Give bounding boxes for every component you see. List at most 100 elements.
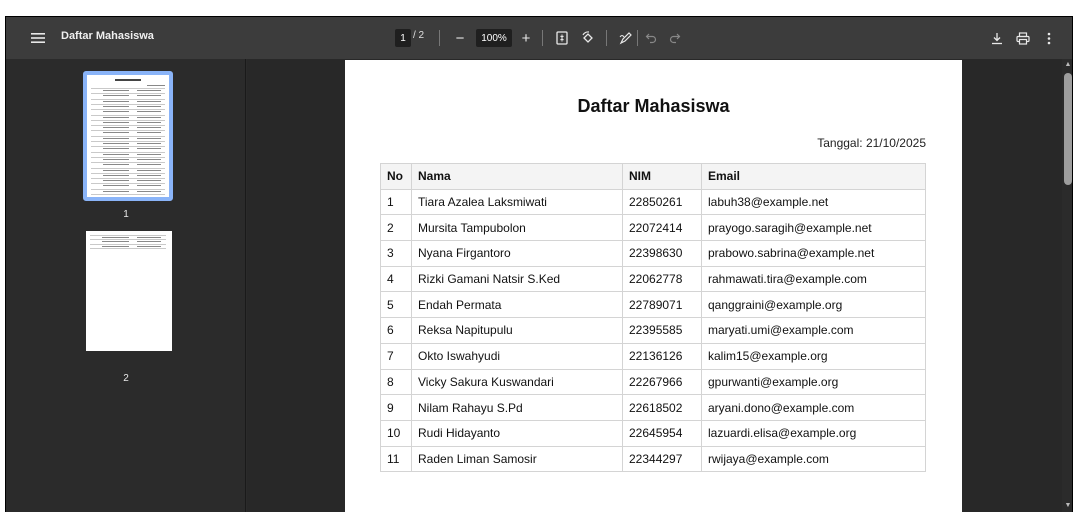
- thumbnail-sidebar: 1 2: [6, 59, 246, 512]
- scroll-up-icon[interactable]: ▲: [1064, 61, 1072, 68]
- column-header-nama: Nama: [411, 163, 623, 190]
- student-table: No Nama NIM Email 1 Tiara Azalea Laksmiwa…: [380, 163, 926, 473]
- cell-email: prabowo.sabrina@example.net: [701, 240, 926, 267]
- table-row: 8 Vicky Sakura Kuswandari 22267966 gpurwant…: [380, 368, 926, 396]
- toolbar-divider: [439, 30, 440, 46]
- thumbnail-text-line: [103, 116, 129, 118]
- cell-nama: Rizki Gamani Natsir S.Ked: [411, 265, 623, 293]
- cell-nim: 22062778: [622, 265, 702, 293]
- table-row: 2 Mursita Tampubolon 22072414 prayogo.sarag…: [380, 214, 926, 242]
- thumbnail-text-line: [102, 245, 129, 247]
- rotate-icon[interactable]: [579, 29, 597, 47]
- print-icon[interactable]: [1014, 29, 1032, 47]
- window-edge: [0, 512, 1079, 516]
- thumbnail-row-line: [90, 247, 166, 249]
- thumbnail-text-line: [137, 237, 162, 238]
- vertical-scrollbar[interactable]: ▲ ▼: [1062, 59, 1072, 512]
- zoom-in-button[interactable]: +: [518, 29, 534, 47]
- thumbnail-text-line: [103, 127, 129, 129]
- cell-nim: 22789071: [622, 291, 702, 319]
- thumbnail-text-line: [136, 95, 161, 97]
- thumbnail-row-line: [91, 156, 165, 158]
- scroll-down-icon[interactable]: ▼: [1064, 502, 1072, 509]
- thumbnail-text-line: [136, 90, 161, 91]
- redo-icon[interactable]: [666, 29, 684, 47]
- thumbnail-text-line: [103, 190, 129, 192]
- download-icon[interactable]: [988, 29, 1006, 47]
- document-viewer[interactable]: Daftar Mahasiswa Tanggal: 21/10/2025 No …: [247, 59, 1062, 512]
- cell-no: 5: [380, 291, 412, 319]
- table-header-row: No Nama NIM Email: [380, 163, 926, 190]
- table-row: 4 Rizki Gamani Natsir S.Ked 22062778 rahmaw…: [380, 265, 926, 293]
- thumbnail-text-line: [103, 100, 129, 102]
- annotate-icon[interactable]: [617, 29, 635, 47]
- thumbnail-text-line: [103, 90, 129, 91]
- thumbnail-text-line: [136, 132, 161, 134]
- cell-no: 8: [380, 368, 412, 396]
- menu-icon[interactable]: [28, 28, 48, 48]
- thumbnail-text-line: [103, 148, 129, 150]
- table-row: 3 Nyana Firgantoro 22398630 prabowo.sabrina…: [380, 240, 926, 267]
- thumbnail-text-line: [136, 174, 161, 176]
- table-row: 5 Endah Permata 22789071 qanggraini@example…: [380, 291, 926, 319]
- table-row: 9 Nilam Rahayu S.Pd 22618502 aryani.dono@ex…: [380, 394, 926, 421]
- more-options-icon[interactable]: [1040, 29, 1058, 47]
- cell-no: 11: [380, 445, 412, 473]
- thumbnail-row-line: [91, 109, 165, 111]
- thumbnail-text-line: [136, 127, 161, 129]
- cell-no: 4: [380, 265, 412, 293]
- cell-nim: 22398630: [622, 240, 702, 267]
- cell-nim: 22618502: [622, 394, 702, 421]
- page-thumbnail-2[interactable]: [86, 231, 172, 351]
- thumbnail-text-line: [136, 137, 161, 139]
- thumbnail-row-line: [91, 178, 165, 180]
- thumbnail-label-1: 1: [123, 209, 129, 220]
- table-row: 6 Reksa Napitupulu 22395585 maryati.umi@exa…: [380, 317, 926, 344]
- column-header-email: Email: [701, 163, 926, 190]
- thumbnail-text-line: [103, 180, 129, 182]
- thumbnail-text-line: [103, 95, 129, 97]
- cell-no: 9: [380, 394, 412, 421]
- undo-icon[interactable]: [642, 29, 660, 47]
- thumbnail-text-line: [136, 111, 161, 113]
- thumbnail-row-line: [91, 141, 165, 142]
- cell-no: 10: [380, 419, 412, 447]
- thumbnail-title: [87, 79, 169, 81]
- thumbnail-row-line: [90, 243, 166, 245]
- thumbnail-text-line: [137, 241, 162, 243]
- page-count: / 2: [413, 30, 425, 41]
- zoom-input[interactable]: 100%: [476, 29, 512, 47]
- thumbnail-row-line: [91, 162, 165, 164]
- thumbnail-label-2: 2: [123, 373, 129, 384]
- cell-nama: Tiara Azalea Laksmiwati: [411, 188, 623, 216]
- thumbnail-text-line: [147, 85, 165, 86]
- document-title: Daftar Mahasiswa: [61, 30, 154, 42]
- zoom-out-button[interactable]: −: [452, 29, 468, 47]
- thumbnail-row-line: [91, 93, 165, 95]
- toolbar: Daftar Mahasiswa 1 / 2 − 100% +: [6, 17, 1072, 59]
- thumbnail-text-line: [136, 121, 161, 123]
- cell-email: maryati.umi@example.com: [701, 317, 926, 344]
- cell-nim: 22645954: [622, 419, 702, 447]
- page-number-input[interactable]: 1: [395, 29, 411, 47]
- cell-email: prayogo.saragih@example.net: [701, 214, 926, 242]
- cell-no: 3: [380, 240, 412, 267]
- cell-nama: Raden Liman Samosir: [411, 445, 623, 473]
- thumbnail-text-line: [103, 137, 129, 139]
- thumbnail-row-line: [91, 125, 165, 127]
- table-row: 1 Tiara Azalea Laksmiwati 22850261 labuh38@…: [380, 188, 926, 216]
- thumbnail-text-line: [103, 185, 129, 187]
- cell-no: 6: [380, 317, 412, 344]
- thumbnail-text-line: [103, 164, 129, 166]
- scrollbar-thumb[interactable]: [1064, 73, 1072, 185]
- page-thumbnail-1[interactable]: [83, 71, 173, 201]
- cell-nim: 22850261: [622, 188, 702, 216]
- thumbnail-row-line: [91, 172, 165, 174]
- column-header-nim: NIM: [622, 163, 702, 190]
- thumbnail-text-line: [136, 105, 161, 107]
- thumbnail-text-line: [102, 241, 129, 243]
- thumbnail-row-line: [91, 119, 165, 121]
- thumbnail-row-line: [91, 135, 165, 137]
- fit-page-icon[interactable]: [553, 29, 571, 47]
- thumbnail-row-line: [91, 188, 165, 190]
